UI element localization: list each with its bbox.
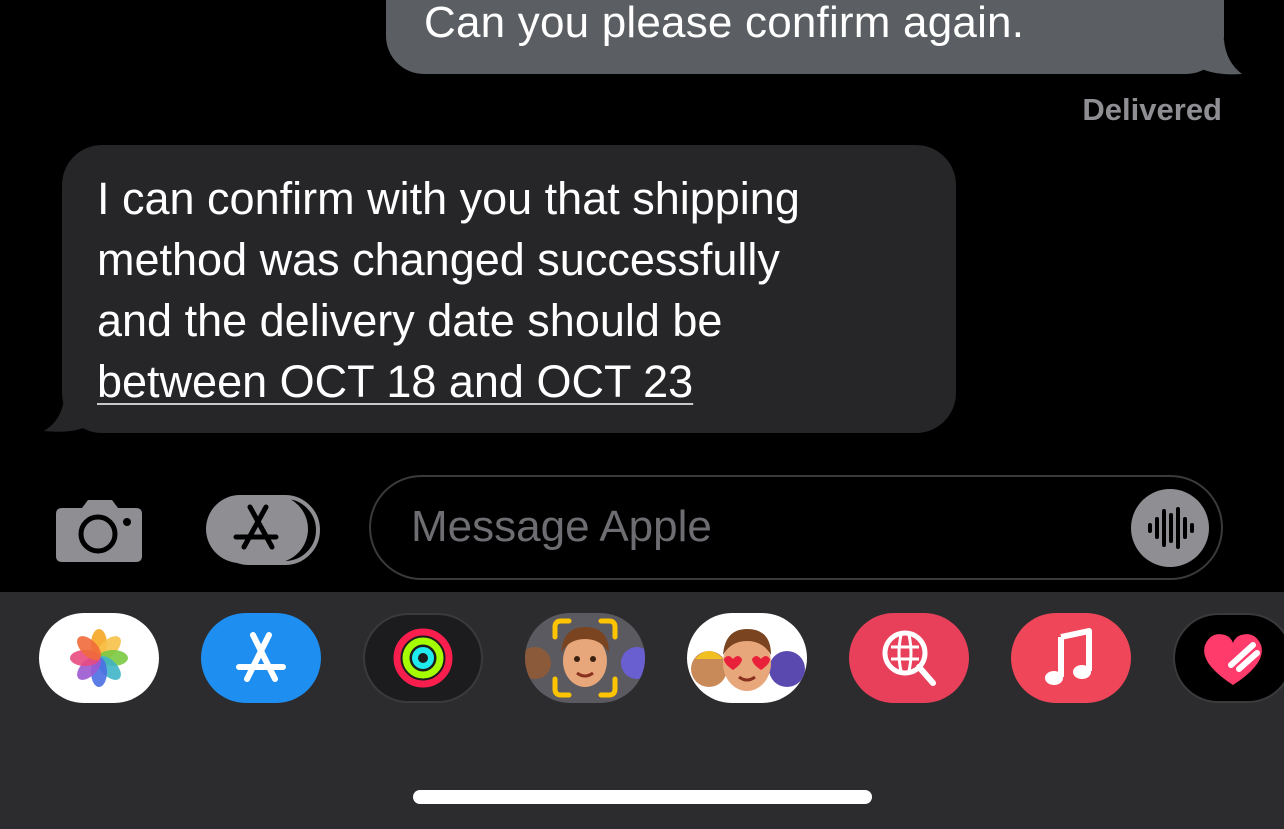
camera-icon (56, 500, 142, 562)
received-message-line: and the delivery date should be (97, 295, 723, 346)
music-app-button[interactable] (1011, 613, 1131, 703)
images-search-app-button[interactable] (849, 613, 969, 703)
sent-bubble-tail (1186, 40, 1242, 75)
memoji-app-button[interactable] (525, 613, 645, 703)
waveform-icon (1148, 507, 1194, 549)
apps-button[interactable] (206, 493, 322, 565)
activity-rings-icon (393, 628, 453, 688)
music-note-icon (1045, 628, 1092, 685)
heart-icon (1204, 634, 1262, 685)
received-message-line: method was changed successfully (97, 234, 780, 285)
camera-button[interactable] (54, 494, 144, 564)
message-input[interactable]: Message Apple (369, 475, 1223, 580)
memoji-icon (525, 618, 645, 698)
date-range-link[interactable]: between OCT 18 and OCT 23 (97, 351, 937, 412)
fitness-app-button[interactable] (363, 613, 483, 703)
memoji-stickers-icon (691, 629, 805, 691)
received-message-line: I can confirm with you that shipping (97, 173, 800, 224)
home-indicator[interactable] (413, 790, 872, 804)
received-message-text: I can confirm with you that shipping met… (97, 168, 937, 412)
message-placeholder: Message Apple (411, 502, 712, 551)
app-store-app-button[interactable] (201, 613, 321, 703)
received-bubble-tail (44, 398, 102, 432)
memoji-stickers-app-button[interactable] (687, 613, 807, 703)
app-store-icon (206, 495, 320, 565)
delivery-status: Delivered (1082, 92, 1222, 127)
app-store-icon (236, 632, 286, 682)
dictation-button[interactable] (1131, 489, 1209, 567)
photos-app-button[interactable] (39, 613, 159, 703)
digital-touch-app-button[interactable] (1173, 613, 1284, 703)
photos-icon (70, 629, 128, 687)
globe-search-icon (882, 630, 936, 686)
sent-message-text: Can you please confirm again. (424, 0, 1025, 47)
